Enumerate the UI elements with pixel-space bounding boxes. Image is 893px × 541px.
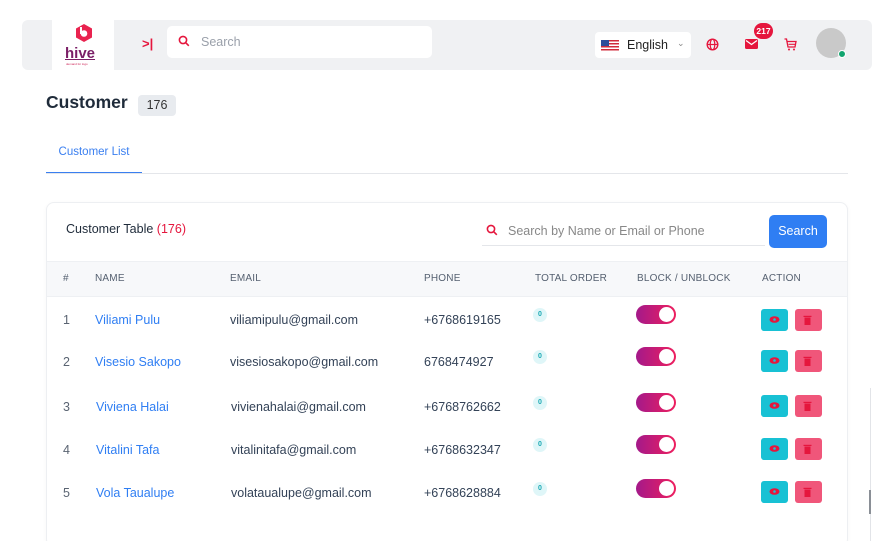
table-title-text: Customer Table	[66, 222, 154, 236]
customer-name-link[interactable]: Viliami Pulu	[95, 313, 160, 327]
scrollbar-track	[870, 388, 871, 541]
view-button[interactable]	[761, 438, 788, 460]
customer-email: vitalinitafa@gmail.com	[231, 443, 357, 457]
customer-email: visesiosakopo@gmail.com	[230, 355, 379, 369]
trash-icon	[803, 315, 812, 325]
delete-button[interactable]	[795, 481, 822, 503]
column-header-email: EMAIL	[230, 273, 262, 284]
customer-count-badge: 176	[138, 95, 176, 116]
column-header-action: ACTION	[762, 273, 801, 284]
delete-button[interactable]	[795, 438, 822, 460]
row-index: 3	[63, 400, 70, 414]
customer-phone: +6768628884	[424, 486, 501, 500]
column-header-name: NAME	[95, 273, 125, 284]
trash-icon	[803, 444, 812, 454]
table-title: Customer Table (176)	[66, 222, 186, 236]
total-order-badge: 0	[533, 438, 547, 452]
customer-name-link[interactable]: Visesio Sakopo	[95, 355, 181, 369]
page-title: Customer	[46, 92, 128, 112]
delete-button[interactable]	[795, 309, 822, 331]
eye-icon	[769, 488, 780, 495]
column-header-index: #	[63, 273, 69, 284]
row-index: 2	[63, 355, 70, 369]
total-order-badge: 0	[533, 308, 547, 322]
total-order-badge: 0	[533, 396, 547, 410]
row-index: 4	[63, 443, 70, 457]
language-label: English	[627, 38, 668, 52]
block-toggle[interactable]	[636, 305, 676, 324]
language-select[interactable]: English ⌄	[595, 32, 691, 58]
search-icon	[486, 224, 498, 236]
block-toggle[interactable]	[636, 393, 676, 412]
customer-email: volataualupe@gmail.com	[231, 486, 372, 500]
cart-icon[interactable]	[784, 38, 797, 51]
block-toggle[interactable]	[636, 347, 676, 366]
customer-phone: +6768632347	[424, 443, 501, 457]
column-header-block: BLOCK / UNBLOCK	[637, 273, 731, 284]
logo-text: hive	[65, 45, 96, 62]
tab-customer-list[interactable]: Customer List	[46, 146, 142, 174]
globe-icon[interactable]	[706, 38, 719, 51]
row-index: 5	[63, 486, 70, 500]
table-search-placeholder: Search by Name or Email or Phone	[508, 224, 705, 238]
eye-icon	[769, 316, 780, 323]
table-title-count: (176)	[156, 222, 186, 236]
view-button[interactable]	[761, 395, 788, 417]
chevron-down-icon: ⌄	[677, 38, 685, 48]
customer-phone: +6768619165	[424, 313, 501, 327]
table-search-input[interactable]: Search by Name or Email or Phone	[482, 218, 765, 246]
online-status-dot	[838, 50, 846, 58]
block-toggle[interactable]	[636, 479, 676, 498]
logo-tagline: demand for logo	[66, 62, 88, 66]
collapse-icon[interactable]: >|	[142, 36, 153, 51]
eye-icon	[769, 445, 780, 452]
view-button[interactable]	[761, 481, 788, 503]
customer-phone: +6768762662	[424, 400, 501, 414]
notification-badge: 217	[754, 23, 773, 39]
column-header-total-order: TOTAL ORDER	[535, 273, 608, 284]
customer-email: vivienahalai@gmail.com	[231, 400, 366, 414]
header-search-input[interactable]: Search	[167, 26, 432, 58]
flag-us-icon	[601, 40, 619, 51]
mail-icon[interactable]	[745, 39, 758, 49]
customer-name-link[interactable]: Vitalini Tafa	[96, 443, 159, 457]
delete-button[interactable]	[795, 350, 822, 372]
eye-icon	[769, 402, 780, 409]
customer-name-link[interactable]: Vola Taualupe	[96, 486, 174, 500]
tab-divider	[46, 173, 848, 174]
column-header-phone: PHONE	[424, 273, 461, 284]
total-order-badge: 0	[533, 350, 547, 364]
customer-name-link[interactable]: Viviena Halai	[96, 400, 169, 414]
search-icon	[178, 35, 190, 47]
eye-icon	[769, 357, 780, 364]
trash-icon	[803, 401, 812, 411]
header-search-placeholder: Search	[201, 35, 241, 49]
trash-icon	[803, 356, 812, 366]
total-order-badge: 0	[533, 482, 547, 496]
search-button[interactable]: Search	[769, 215, 827, 248]
scrollbar-thumb[interactable]	[869, 490, 871, 514]
view-button[interactable]	[761, 350, 788, 372]
top-navbar: hive demand for logo >| Search English ⌄…	[22, 20, 872, 70]
trash-icon	[803, 487, 812, 497]
row-index: 1	[63, 313, 70, 327]
delete-button[interactable]	[795, 395, 822, 417]
view-button[interactable]	[761, 309, 788, 331]
hive-logo-icon	[76, 24, 92, 42]
customer-email: viliamipulu@gmail.com	[230, 313, 359, 327]
brand-logo[interactable]: hive demand for logo	[52, 20, 114, 70]
customer-phone: 6768474927	[424, 355, 494, 369]
block-toggle[interactable]	[636, 435, 676, 454]
